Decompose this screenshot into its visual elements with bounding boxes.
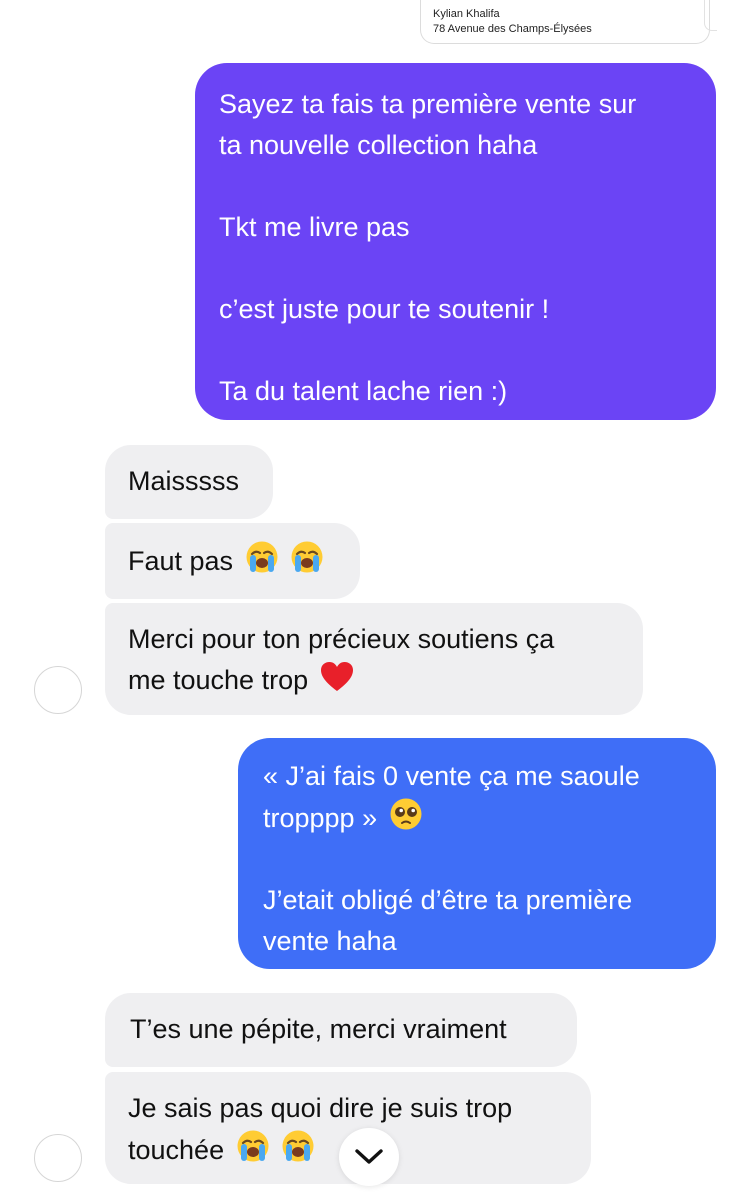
message-line: tropppp » (263, 803, 378, 833)
scroll-to-bottom-button[interactable] (339, 1128, 399, 1186)
message-text: Faut pas (128, 546, 234, 576)
message-line: c’est juste pour te soutenir ! (219, 294, 550, 324)
contact-name: Kylian Khalifa (433, 8, 500, 20)
message-line: Merci pour ton précieux soutiens ça (128, 624, 555, 654)
outgoing-message-bubble[interactable]: « J’ai fais 0 vente ça me saoule tropppp… (238, 738, 716, 969)
adjacent-card-edge (704, 0, 717, 31)
pleading-face-emoji (390, 798, 422, 830)
message-line: ta nouvelle collection haha (219, 130, 538, 160)
message-line: Sayez ta fais ta première vente sur (219, 89, 637, 119)
incoming-message-bubble[interactable]: Merci pour ton précieux soutiens ça me t… (105, 603, 643, 715)
message-text: Maisssss (128, 466, 240, 496)
message-line: Je sais pas quoi dire je suis trop (128, 1093, 513, 1123)
message-text: T’es une pépite, merci vraiment (130, 1014, 507, 1044)
loudly-crying-face-emoji (237, 1130, 269, 1162)
contact-address: 78 Avenue des Champs-Élysées (433, 23, 592, 35)
loudly-crying-face-emoji (291, 541, 323, 573)
incoming-message-bubble[interactable]: Maisssss (105, 445, 273, 519)
chevron-down-icon (355, 1149, 383, 1164)
message-line: J’etait obligé d’être ta première (263, 885, 633, 915)
contact-avatar[interactable] (34, 666, 82, 714)
shared-contact-card[interactable]: Kylian Khalifa 78 Avenue des Champs-Élys… (420, 0, 710, 44)
message-line: « J’ai fais 0 vente ça me saoule (263, 761, 640, 791)
loudly-crying-face-emoji (282, 1130, 314, 1162)
message-line: me touche trop (128, 665, 309, 695)
outgoing-message-bubble[interactable]: Sayez ta fais ta première vente sur ta n… (195, 63, 716, 420)
incoming-message-bubble[interactable]: Faut pas (105, 523, 360, 599)
incoming-message-bubble[interactable]: T’es une pépite, merci vraiment (105, 993, 577, 1067)
message-line: touchée (128, 1135, 225, 1165)
contact-avatar[interactable] (34, 1134, 82, 1182)
loudly-crying-face-emoji (246, 541, 278, 573)
message-line: vente haha (263, 926, 397, 956)
message-line: Tkt me livre pas (219, 212, 410, 242)
red-heart-emoji (320, 662, 353, 691)
message-line: Ta du talent lache rien :) (219, 376, 508, 406)
